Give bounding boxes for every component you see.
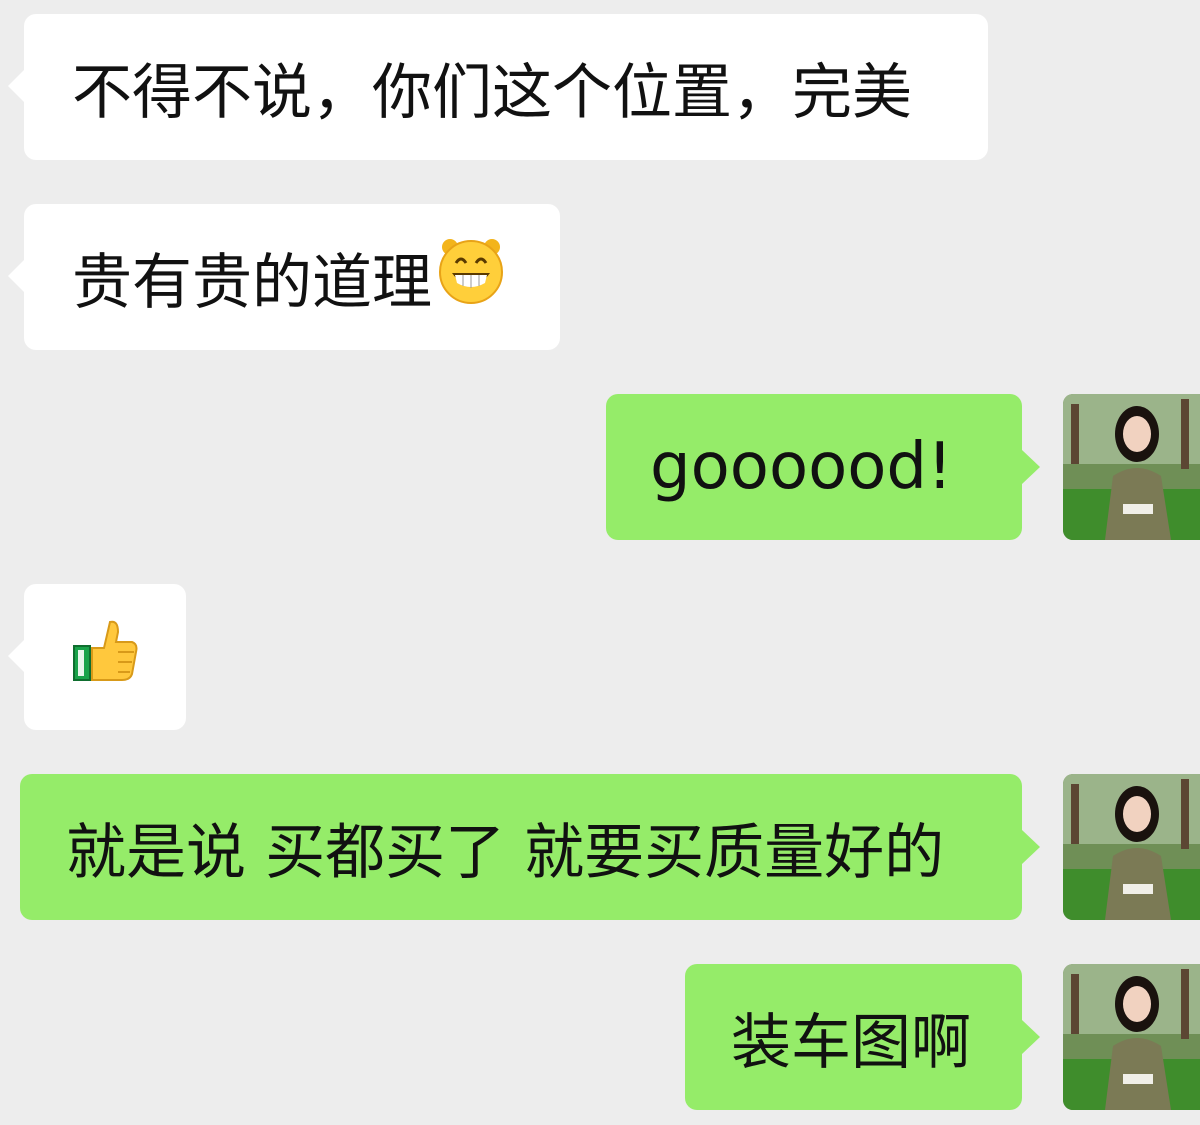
outgoing-message-bubble[interactable]: goooood! [606,394,1040,540]
message-text: goooood! [650,430,953,504]
message-text: 装车图啊 [731,1007,971,1078]
user-avatar[interactable] [1063,774,1200,920]
outgoing-message-bubble[interactable]: 就是说 买都买了 就要买质量好的 [20,774,1040,920]
message-text: 不得不说，你们这个位置，完美 [72,57,912,128]
thumbs-up-emoji-icon [72,616,140,699]
incoming-message-bubble[interactable]: 贵有贵的道理 [8,204,560,350]
user-avatar[interactable] [1063,964,1200,1110]
outgoing-message-bubble[interactable]: 装车图啊 [685,964,1040,1110]
incoming-message-bubble[interactable]: 不得不说，你们这个位置，完美 [8,14,988,160]
grinning-face-emoji-icon [436,235,506,320]
user-avatar[interactable] [1063,394,1200,540]
incoming-message-bubble[interactable] [8,584,186,730]
message-text: 就是说 买都买了 就要买质量好的 [66,817,945,888]
message-text: 贵有贵的道理 [72,247,432,318]
